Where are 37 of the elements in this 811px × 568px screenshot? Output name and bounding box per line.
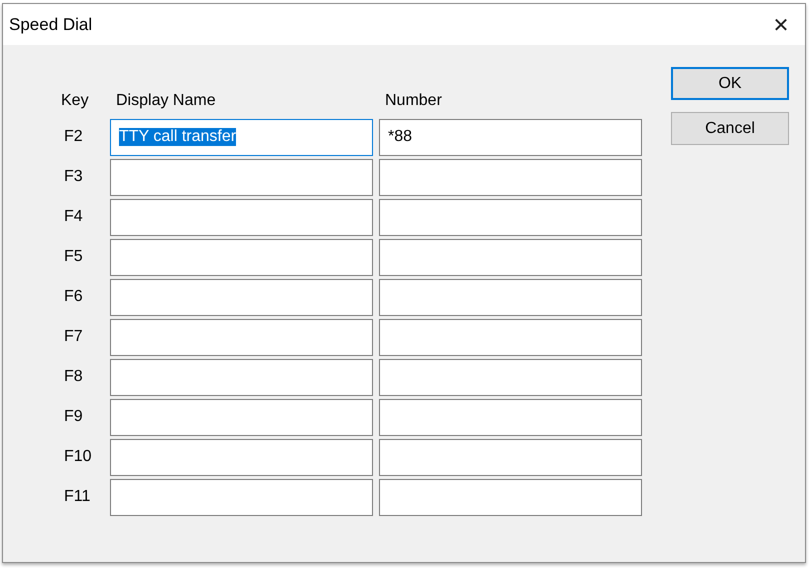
- key-label: F9: [63, 408, 84, 426]
- input-field[interactable]: [110, 318, 373, 356]
- ok-button[interactable]: OK: [671, 67, 789, 100]
- input-field[interactable]: [110, 358, 373, 396]
- cancel-button[interactable]: Cancel: [671, 112, 789, 145]
- input-field[interactable]: [110, 238, 373, 276]
- key-label: F11: [63, 488, 92, 506]
- key-label: F8: [63, 368, 84, 386]
- input-field[interactable]: [110, 438, 373, 476]
- input-field[interactable]: [379, 358, 642, 396]
- input-field[interactable]: [379, 478, 642, 516]
- input-field[interactable]: [110, 478, 373, 516]
- close-button[interactable]: ✕: [761, 6, 801, 42]
- input-field[interactable]: *88: [379, 118, 642, 156]
- window-title: Speed Dial: [9, 14, 92, 34]
- input-field[interactable]: [379, 278, 642, 316]
- input-field[interactable]: [110, 398, 373, 436]
- input-field[interactable]: [379, 198, 642, 236]
- key-label: F7: [63, 328, 84, 346]
- input-field[interactable]: [379, 158, 642, 196]
- key-label: F6: [63, 288, 84, 306]
- key-label: F2: [63, 128, 84, 146]
- column-header: Number: [385, 92, 443, 110]
- key-label: F10: [63, 448, 93, 466]
- column-header: Key: [61, 92, 90, 110]
- input-field[interactable]: [379, 438, 642, 476]
- key-label: F3: [63, 168, 84, 186]
- input-field[interactable]: [110, 198, 373, 236]
- column-header: Display Name: [116, 92, 217, 110]
- input-field[interactable]: [379, 238, 642, 276]
- input-field[interactable]: [379, 398, 642, 436]
- key-label: F4: [63, 208, 84, 226]
- input-field[interactable]: [110, 278, 373, 316]
- key-label: F5: [63, 248, 84, 266]
- input-field[interactable]: [110, 158, 373, 196]
- input-field[interactable]: [379, 318, 642, 356]
- input-field[interactable]: TTY call transfer: [110, 118, 373, 156]
